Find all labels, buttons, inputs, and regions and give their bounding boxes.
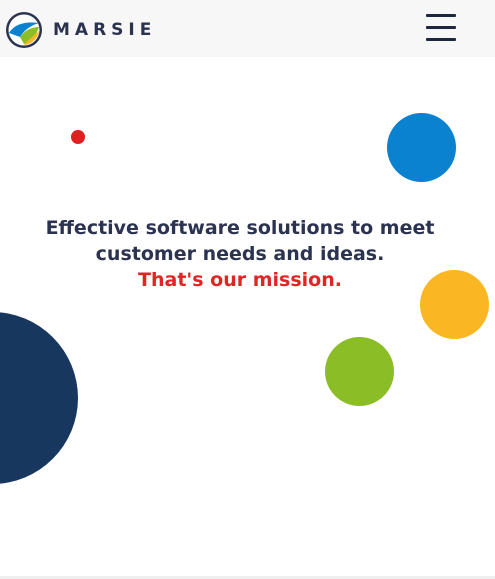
menu-toggle-button[interactable]	[424, 14, 458, 42]
decorative-blue-circle	[387, 113, 456, 182]
marsie-circle-logo-icon	[6, 12, 42, 48]
hamburger-menu-icon-line	[426, 26, 456, 29]
decorative-red-dot	[71, 130, 85, 144]
hero-headline: Effective software solutions to meet cus…	[0, 215, 480, 293]
brand-logo[interactable]: MARSIE	[5, 11, 156, 49]
headline-line-2: customer needs and ideas.	[95, 242, 385, 265]
hamburger-menu-icon-line	[426, 38, 456, 41]
brand-name: MARSIE	[53, 20, 157, 40]
mission-statement: That's our mission.	[138, 268, 342, 291]
hamburger-menu-icon	[426, 14, 456, 17]
headline-line-1: Effective software solutions to meet	[45, 216, 435, 239]
hero-section: Effective software solutions to meet cus…	[0, 57, 495, 573]
decorative-navy-circle	[0, 312, 78, 484]
decorative-green-circle	[325, 337, 394, 406]
site-header: MARSIE	[0, 0, 495, 57]
